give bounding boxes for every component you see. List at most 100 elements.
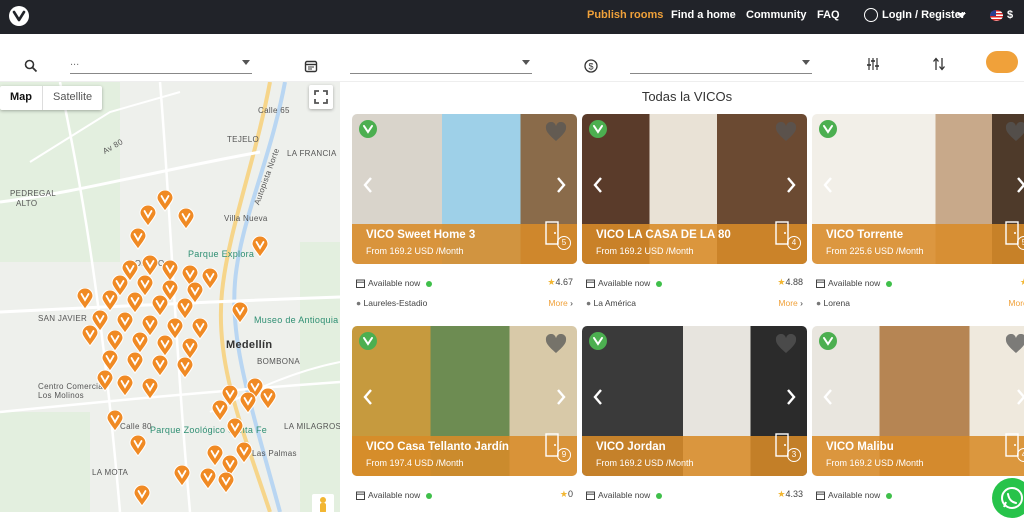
listing-card[interactable]: VICO Sweet Home 3 From 169.2 USD /Month 5 A… — [352, 114, 577, 314]
action-button[interactable] — [986, 51, 1018, 73]
map-marker-icon[interactable] — [106, 410, 124, 432]
map-marker-icon[interactable] — [156, 190, 174, 212]
map-marker-icon[interactable] — [106, 330, 124, 352]
map-marker-icon[interactable] — [161, 260, 179, 282]
listing-card[interactable]: VICO Torrente From 225.6 USD /Month 5 Avail… — [812, 114, 1024, 314]
listing-photo[interactable]: VICO Malibu From 169.2 USD /Month 4 — [812, 326, 1024, 476]
map-marker-icon[interactable] — [141, 255, 159, 277]
nav-find-home[interactable]: Find a home — [671, 9, 736, 21]
currency-label[interactable]: $ — [1007, 9, 1013, 21]
sort-icon[interactable] — [932, 57, 946, 71]
rooms-door-icon: 3 — [773, 432, 801, 462]
map-label: SAN JAVIER — [38, 314, 88, 323]
map-marker-icon[interactable] — [151, 355, 169, 377]
favorite-heart-icon[interactable] — [545, 334, 567, 354]
map-marker-icon[interactable] — [141, 378, 159, 400]
fullscreen-button[interactable] — [309, 85, 333, 109]
svg-text:$: $ — [588, 62, 593, 72]
map-marker-icon[interactable] — [239, 392, 257, 414]
listing-name: VICO Malibu — [826, 441, 894, 453]
nav-community[interactable]: Community — [746, 9, 807, 21]
next-photo-arrow-icon[interactable] — [555, 388, 567, 406]
map-label: LA FRANCIA — [287, 149, 337, 158]
previous-photo-arrow-icon[interactable] — [362, 388, 374, 406]
available-status-dot — [426, 492, 433, 499]
street-view-pegman-icon[interactable] — [312, 494, 334, 512]
favorite-heart-icon[interactable] — [1005, 334, 1024, 354]
filter-sliders-icon[interactable] — [866, 57, 880, 71]
map-marker-icon[interactable] — [226, 418, 244, 440]
map-marker-icon[interactable] — [176, 357, 194, 379]
map-marker-icon[interactable] — [76, 288, 94, 310]
previous-photo-arrow-icon[interactable] — [592, 176, 604, 194]
map-marker-icon[interactable] — [151, 295, 169, 317]
map-tab-map[interactable]: Map — [0, 86, 43, 110]
map-marker-icon[interactable] — [191, 318, 209, 340]
us-flag-icon[interactable] — [990, 10, 1003, 21]
map-marker-icon[interactable] — [259, 388, 277, 410]
listing-name: VICO Sweet Home 3 — [366, 229, 476, 241]
chevron-down-icon — [957, 13, 966, 18]
map-marker-icon[interactable] — [81, 325, 99, 347]
location: ● La América — [586, 298, 636, 308]
map-marker-icon[interactable] — [101, 290, 119, 312]
map-marker-icon[interactable] — [199, 468, 217, 490]
map-marker-icon[interactable] — [231, 302, 249, 324]
more-link[interactable]: More › — [778, 298, 803, 308]
listing-card[interactable]: VICO Casa Tellanto Jardín From 197.4 USD … — [352, 326, 577, 512]
location-select[interactable]: ... — [70, 56, 252, 74]
map-marker-icon[interactable] — [96, 370, 114, 392]
map-marker-icon[interactable] — [251, 236, 269, 258]
favorite-heart-icon[interactable] — [1005, 122, 1024, 142]
listing-photo[interactable]: VICO Sweet Home 3 From 169.2 USD /Month 5 — [352, 114, 577, 264]
listing-photo[interactable]: VICO LA CASA DE LA 80 From 169.2 USD /Mon… — [582, 114, 807, 264]
next-photo-arrow-icon[interactable] — [1015, 176, 1024, 194]
map-marker-icon[interactable] — [131, 332, 149, 354]
more-link[interactable]: More › — [548, 298, 573, 308]
favorite-heart-icon[interactable] — [545, 122, 567, 142]
whatsapp-chat-button[interactable] — [992, 478, 1024, 518]
map-marker-icon[interactable] — [133, 485, 151, 507]
map-marker-icon[interactable] — [101, 350, 119, 372]
map-marker-icon[interactable] — [217, 472, 235, 494]
previous-photo-arrow-icon[interactable] — [592, 388, 604, 406]
login-register-button[interactable]: LogIn / Register — [882, 9, 965, 21]
vico-logo-icon[interactable] — [8, 5, 30, 27]
chevron-right-icon: › — [800, 298, 803, 308]
map-marker-icon[interactable] — [177, 208, 195, 230]
vico-verified-icon — [819, 120, 837, 138]
listing-price: From 169.2 USD /Month — [596, 246, 694, 256]
map-marker-icon[interactable] — [126, 292, 144, 314]
next-photo-arrow-icon[interactable] — [785, 388, 797, 406]
date-select[interactable] — [350, 56, 532, 74]
map-marker-icon[interactable] — [126, 352, 144, 374]
next-photo-arrow-icon[interactable] — [1015, 388, 1024, 406]
map-marker-icon[interactable] — [116, 375, 134, 397]
nav-publish-rooms[interactable]: Publish rooms — [587, 9, 663, 21]
next-photo-arrow-icon[interactable] — [555, 176, 567, 194]
nav-faq[interactable]: FAQ — [817, 9, 840, 21]
favorite-heart-icon[interactable] — [775, 334, 797, 354]
previous-photo-arrow-icon[interactable] — [822, 176, 834, 194]
next-photo-arrow-icon[interactable] — [785, 176, 797, 194]
map-tab-satellite[interactable]: Satellite — [43, 86, 102, 110]
listing-card[interactable]: VICO LA CASA DE LA 80 From 169.2 USD /Mon… — [582, 114, 807, 314]
room-count: 4 — [1017, 448, 1024, 462]
listing-photo[interactable]: VICO Jordan From 169.2 USD /Month 3 — [582, 326, 807, 476]
map-marker-icon[interactable] — [129, 435, 147, 457]
calendar-icon — [816, 279, 825, 289]
previous-photo-arrow-icon[interactable] — [362, 176, 374, 194]
favorite-heart-icon[interactable] — [775, 122, 797, 142]
previous-photo-arrow-icon[interactable] — [822, 388, 834, 406]
listing-card[interactable]: VICO Jordan From 169.2 USD /Month 3 Availab… — [582, 326, 807, 512]
listing-photo[interactable]: VICO Torrente From 225.6 USD /Month 5 — [812, 114, 1024, 264]
map-panel[interactable]: TEJELO LA FRANCIA PEDREGAL ALTO Parque E… — [0, 82, 340, 512]
map-marker-icon[interactable] — [173, 465, 191, 487]
map-marker-icon[interactable] — [129, 228, 147, 250]
price-select[interactable] — [630, 56, 812, 74]
map-marker-icon[interactable] — [139, 205, 157, 227]
more-link[interactable]: More › — [1008, 298, 1024, 308]
listing-photo[interactable]: VICO Casa Tellanto Jardín From 197.4 USD … — [352, 326, 577, 476]
map-marker-icon[interactable] — [156, 335, 174, 357]
map-marker-icon[interactable] — [176, 298, 194, 320]
